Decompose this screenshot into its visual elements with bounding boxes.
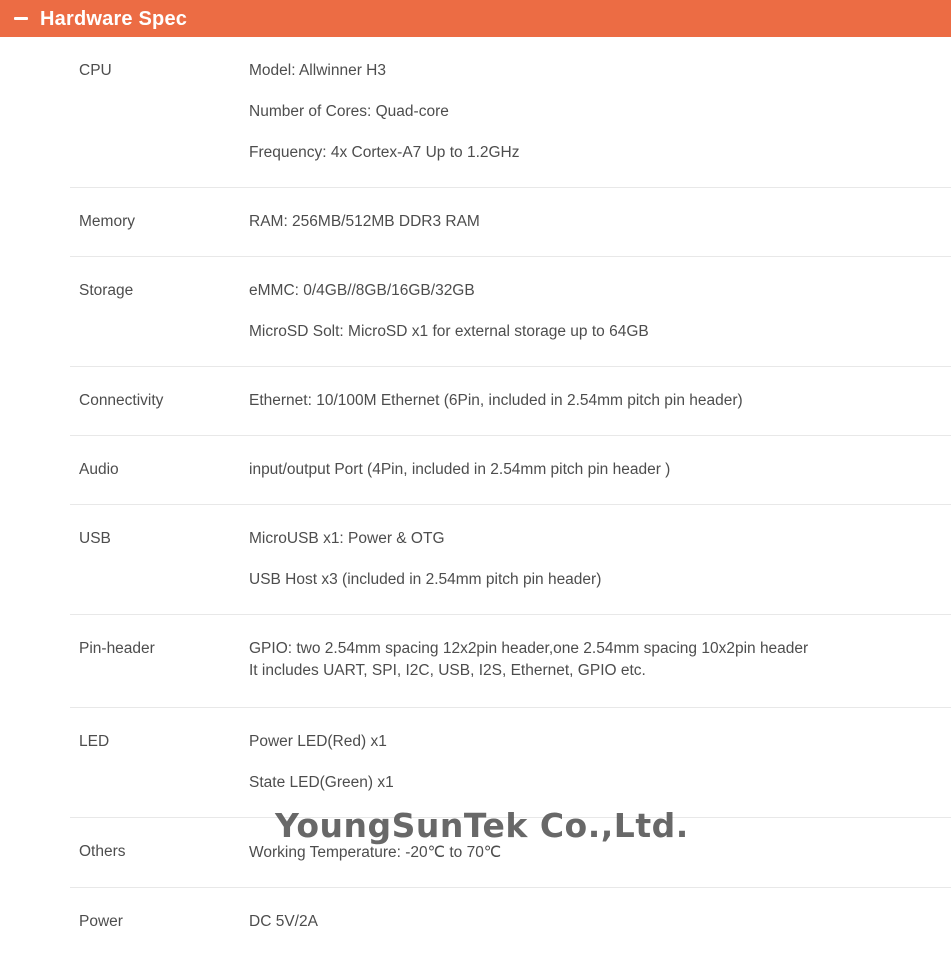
spec-value-line: MicroSD Solt: MicroSD x1 for external st… bbox=[249, 323, 649, 340]
spec-value-line: input/output Port (4Pin, included in 2.5… bbox=[249, 461, 671, 478]
spec-row-value: GPIO: two 2.54mm spacing 12x2pin header,… bbox=[249, 615, 951, 707]
spec-row-value: input/output Port (4Pin, included in 2.5… bbox=[249, 436, 951, 504]
hardware-spec-header[interactable]: Hardware Spec bbox=[0, 0, 951, 37]
spec-row-label: Connectivity bbox=[79, 392, 164, 409]
spec-value-line: MicroUSB x1: Power & OTG bbox=[249, 530, 445, 547]
spec-row-value: MicroUSB x1: Power & OTG USB Host x3 (inc… bbox=[249, 505, 951, 614]
spec-value-line: Ethernet: 10/100M Ethernet (6Pin, includ… bbox=[249, 392, 743, 409]
spec-row-value: RAM: 256MB/512MB DDR3 RAM bbox=[249, 188, 951, 256]
spec-row-value: Ethernet: 10/100M Ethernet (6Pin, includ… bbox=[249, 367, 951, 435]
hardware-spec-table: CPU Model: Allwinner H3 Number of Cores: Q… bbox=[0, 37, 951, 956]
spec-value-line: Model: Allwinner H3 bbox=[249, 62, 386, 79]
spec-value-line: State LED(Green) x1 bbox=[249, 774, 394, 791]
page-title: Hardware Spec bbox=[40, 7, 188, 30]
spec-row-label: CPU bbox=[79, 62, 112, 79]
spec-row: Pin-header GPIO: two 2.54mm spacing 12x2p… bbox=[70, 614, 951, 707]
spec-row-label: LED bbox=[79, 733, 110, 750]
spec-value-line: It includes UART, SPI, I2C, USB, I2S, Et… bbox=[249, 662, 646, 679]
spec-value-line: GPIO: two 2.54mm spacing 12x2pin header,… bbox=[249, 640, 809, 657]
spec-row: USB MicroUSB x1: Power & OTG USB Host x3 (… bbox=[70, 504, 951, 614]
spec-row-label: Power bbox=[79, 913, 123, 930]
minus-icon[interactable] bbox=[14, 17, 28, 20]
spec-value-line: DC 5V/2A bbox=[249, 913, 318, 930]
spec-row: Audio input/output Port (4Pin, included i… bbox=[70, 435, 951, 504]
spec-row: Connectivity Ethernet: 10/100M Ethernet (… bbox=[70, 366, 951, 435]
spec-value-line: Frequency: 4x Cortex-A7 Up to 1.2GHz bbox=[249, 144, 520, 161]
spec-row: Others Working Temperature: -20℃ to 70℃ bbox=[70, 817, 951, 887]
spec-row-label: Storage bbox=[79, 282, 134, 299]
spec-value-line: Number of Cores: Quad-core bbox=[249, 103, 449, 120]
spec-row: LED Power LED(Red) x1 State LED(Green) x1 bbox=[70, 707, 951, 817]
spec-row-label: Pin-header bbox=[79, 640, 155, 657]
spec-value-line: USB Host x3 (included in 2.54mm pitch pi… bbox=[249, 571, 602, 588]
spec-row: Memory RAM: 256MB/512MB DDR3 RAM bbox=[70, 187, 951, 256]
spec-row-value: Power LED(Red) x1 State LED(Green) x1 bbox=[249, 708, 951, 817]
spec-row-value: eMMC: 0/4GB//8GB/16GB/32GB MicroSD Solt: … bbox=[249, 257, 951, 366]
spec-value-line: Power LED(Red) x1 bbox=[249, 733, 387, 750]
spec-row-value: Model: Allwinner H3 Number of Cores: Quad… bbox=[249, 37, 951, 187]
spec-row: Storage eMMC: 0/4GB//8GB/16GB/32GB MicroSD… bbox=[70, 256, 951, 366]
spec-value-line: RAM: 256MB/512MB DDR3 RAM bbox=[249, 213, 480, 230]
spec-value-line: eMMC: 0/4GB//8GB/16GB/32GB bbox=[249, 282, 475, 299]
spec-row: CPU Model: Allwinner H3 Number of Cores: Q… bbox=[70, 37, 951, 187]
spec-row-label: Memory bbox=[79, 213, 135, 230]
spec-row-label: Others bbox=[79, 843, 126, 860]
spec-row-label: USB bbox=[79, 530, 111, 547]
spec-row-value: DC 5V/2A bbox=[249, 888, 951, 956]
spec-row-label: Audio bbox=[79, 461, 119, 478]
spec-row: Power DC 5V/2A bbox=[70, 887, 951, 956]
